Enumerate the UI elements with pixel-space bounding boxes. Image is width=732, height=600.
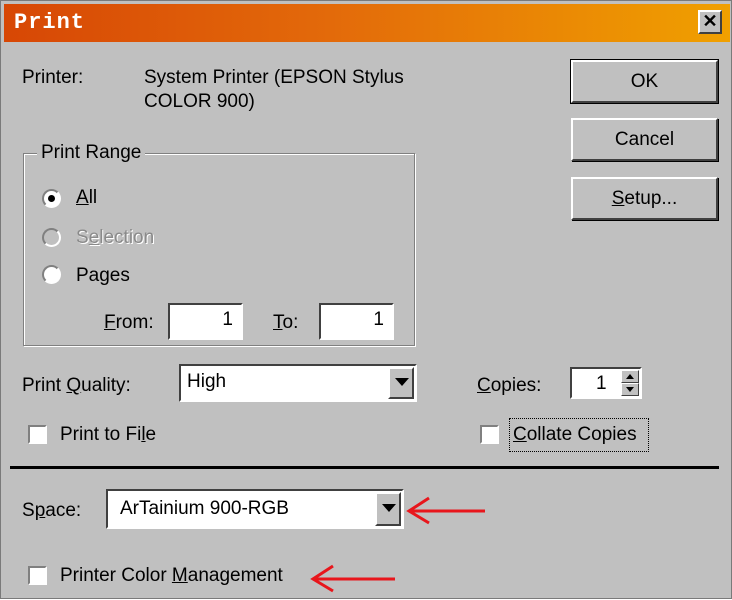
red-arrow-color-management bbox=[310, 564, 395, 593]
red-arrow-space bbox=[406, 496, 485, 525]
print-dialog: Print ✕ Printer: System Printer (EPSON S… bbox=[0, 0, 732, 599]
annotation-overlay bbox=[310, 496, 485, 593]
